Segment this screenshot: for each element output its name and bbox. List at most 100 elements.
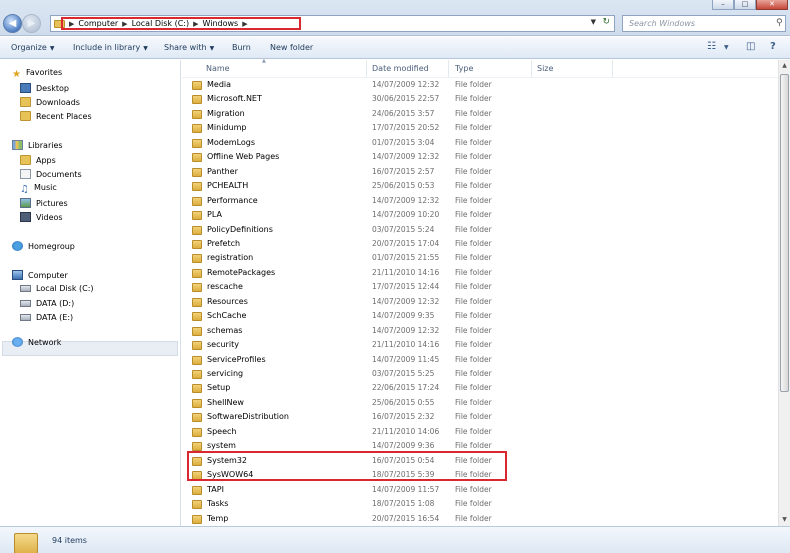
- file-type: File folder: [455, 253, 492, 263]
- chevron-down-icon[interactable]: ▼: [591, 18, 596, 26]
- chevron-right-icon[interactable]: ▶: [193, 20, 198, 28]
- file-name: PolicyDefinitions: [207, 224, 273, 234]
- file-date-modified: 21/11/2010 14:06: [372, 426, 440, 436]
- file-type: File folder: [455, 484, 492, 494]
- homegroup-icon: [12, 241, 23, 251]
- table-row[interactable]: Temp 20/07/2015 16:54 File folder: [182, 512, 778, 526]
- table-row[interactable]: Media 14/07/2009 12:32 File folder: [182, 78, 778, 92]
- file-name: rescache: [207, 282, 243, 292]
- file-date-modified: 14/07/2009 11:57: [372, 484, 440, 494]
- table-row[interactable]: TAPI 14/07/2009 11:57 File folder: [182, 483, 778, 497]
- file-date-modified: 17/07/2015 12:44: [372, 282, 440, 292]
- file-date-modified: 14/07/2009 12:32: [372, 152, 440, 162]
- chevron-right-icon[interactable]: ▶: [122, 20, 127, 28]
- search-icon[interactable]: ⚲: [776, 18, 783, 28]
- column-header-name[interactable]: Name: [182, 53, 367, 77]
- table-row[interactable]: Resources 14/07/2009 12:32 File folder: [182, 295, 778, 309]
- table-row[interactable]: Microsoft.NET 30/06/2015 22:57 File folder: [182, 92, 778, 106]
- folder-icon: [192, 138, 202, 148]
- file-type: File folder: [455, 94, 492, 104]
- table-row[interactable]: servicing 03/07/2015 5:25 File folder: [182, 367, 778, 381]
- table-row[interactable]: Minidump 17/07/2015 20:52 File folder: [182, 121, 778, 135]
- file-type: File folder: [455, 412, 492, 422]
- nav-local-disk-c[interactable]: Local Disk (C:): [20, 284, 94, 293]
- burn-button[interactable]: Burn: [232, 43, 251, 52]
- address-bar[interactable]: ▶ Computer ▶ Local Disk (C:) ▶ Windows ▶…: [50, 15, 615, 32]
- nav-favorites[interactable]: ★ Favorites: [12, 68, 62, 80]
- nav-music[interactable]: ♫ Music: [20, 183, 57, 195]
- forward-button[interactable]: ▶: [22, 14, 41, 33]
- nav-recent-places-label: Recent Places: [36, 112, 92, 121]
- column-header-type[interactable]: Type: [450, 60, 532, 77]
- nav-computer[interactable]: Computer: [12, 270, 68, 280]
- scroll-up-icon[interactable]: ▲: [779, 60, 790, 72]
- star-icon: ★: [12, 69, 21, 80]
- desktop-icon: [20, 83, 31, 93]
- nav-libraries[interactable]: Libraries: [12, 140, 63, 150]
- nav-recent-places[interactable]: Recent Places: [20, 111, 92, 121]
- chevron-down-icon[interactable]: ▼: [724, 44, 729, 51]
- table-row[interactable]: Tasks 18/07/2015 1:08 File folder: [182, 497, 778, 511]
- back-button[interactable]: ◀: [3, 14, 22, 33]
- help-icon[interactable]: ?: [770, 41, 776, 52]
- nav-data-e[interactable]: DATA (E:): [20, 313, 73, 322]
- drive-icon: [20, 285, 31, 292]
- table-row[interactable]: registration 01/07/2015 21:55 File folder: [182, 251, 778, 265]
- breadcrumb-local-disk[interactable]: Local Disk (C:): [132, 19, 190, 28]
- new-folder-button[interactable]: New folder: [270, 43, 313, 52]
- chevron-right-icon[interactable]: ▶: [69, 20, 74, 28]
- nav-desktop[interactable]: Desktop: [20, 83, 69, 93]
- nav-documents[interactable]: Documents: [20, 169, 82, 179]
- table-row[interactable]: PCHEALTH 25/06/2015 0:53 File folder: [182, 179, 778, 193]
- folder-icon: [192, 485, 202, 495]
- vertical-scrollbar[interactable]: ▲ ▼: [778, 60, 790, 526]
- table-row[interactable]: Speech 21/11/2010 14:06 File folder: [182, 425, 778, 439]
- table-row[interactable]: Prefetch 20/07/2015 17:04 File folder: [182, 237, 778, 251]
- table-row[interactable]: rescache 17/07/2015 12:44 File folder: [182, 280, 778, 294]
- breadcrumb-computer[interactable]: Computer: [78, 19, 118, 28]
- include-in-library-button[interactable]: Include in library ▼: [73, 43, 148, 52]
- share-with-button[interactable]: Share with ▼: [164, 43, 214, 52]
- nav-homegroup[interactable]: Homegroup: [12, 241, 75, 251]
- scrollbar-thumb[interactable]: [780, 74, 789, 392]
- table-row[interactable]: PolicyDefinitions 03/07/2015 5:24 File fol…: [182, 223, 778, 237]
- nav-data-d[interactable]: DATA (D:): [20, 299, 74, 308]
- folder-icon: [192, 239, 202, 249]
- file-type: File folder: [455, 123, 492, 133]
- table-row[interactable]: Offline Web Pages 14/07/2009 12:32 File fo…: [182, 150, 778, 164]
- documents-icon: [20, 169, 31, 179]
- table-row[interactable]: schemas 14/07/2009 12:32 File folder: [182, 324, 778, 338]
- table-row[interactable]: Panther 16/07/2015 2:57 File folder: [182, 165, 778, 179]
- nav-network[interactable]: Network: [12, 337, 61, 347]
- search-input[interactable]: Search Windows: [622, 15, 786, 32]
- scroll-down-icon[interactable]: ▼: [779, 514, 790, 526]
- window-controls: – □ ✕: [712, 0, 788, 10]
- view-options-icon[interactable]: ☷: [707, 41, 716, 52]
- table-row[interactable]: SoftwareDistribution 16/07/2015 2:32 File …: [182, 410, 778, 424]
- table-row[interactable]: RemotePackages 21/11/2010 14:16 File folde…: [182, 266, 778, 280]
- chevron-right-icon[interactable]: ▶: [242, 20, 247, 28]
- table-row[interactable]: security 21/11/2010 14:16 File folder: [182, 338, 778, 352]
- table-row[interactable]: ModemLogs 01/07/2015 3:04 File folder: [182, 136, 778, 150]
- table-row[interactable]: PLA 14/07/2009 10:20 File folder: [182, 208, 778, 222]
- breadcrumb-windows[interactable]: Windows: [202, 19, 238, 28]
- organize-button[interactable]: Organize ▼: [11, 43, 54, 52]
- preview-pane-icon[interactable]: ◫: [746, 41, 755, 52]
- maximize-button[interactable]: □: [734, 0, 756, 10]
- nav-pictures[interactable]: Pictures: [20, 198, 68, 208]
- table-row[interactable]: SchCache 14/07/2009 9:35 File folder: [182, 309, 778, 323]
- column-header-date-modified[interactable]: Date modified: [368, 60, 449, 77]
- table-row[interactable]: Setup 22/06/2015 17:24 File folder: [182, 381, 778, 395]
- table-row[interactable]: ShellNew 25/06/2015 0:55 File folder: [182, 396, 778, 410]
- minimize-button[interactable]: –: [712, 0, 734, 10]
- nav-downloads[interactable]: Downloads: [20, 97, 80, 107]
- file-name: ShellNew: [207, 397, 244, 407]
- table-row[interactable]: ServiceProfiles 14/07/2009 11:45 File fold…: [182, 353, 778, 367]
- refresh-icon[interactable]: ↻: [602, 17, 610, 27]
- column-header-size[interactable]: Size: [533, 60, 613, 77]
- close-button[interactable]: ✕: [756, 0, 788, 10]
- nav-apps[interactable]: Apps: [20, 155, 56, 165]
- nav-videos[interactable]: Videos: [20, 212, 63, 222]
- table-row[interactable]: Performance 14/07/2009 12:32 File folder: [182, 194, 778, 208]
- table-row[interactable]: Migration 24/06/2015 3:57 File folder: [182, 107, 778, 121]
